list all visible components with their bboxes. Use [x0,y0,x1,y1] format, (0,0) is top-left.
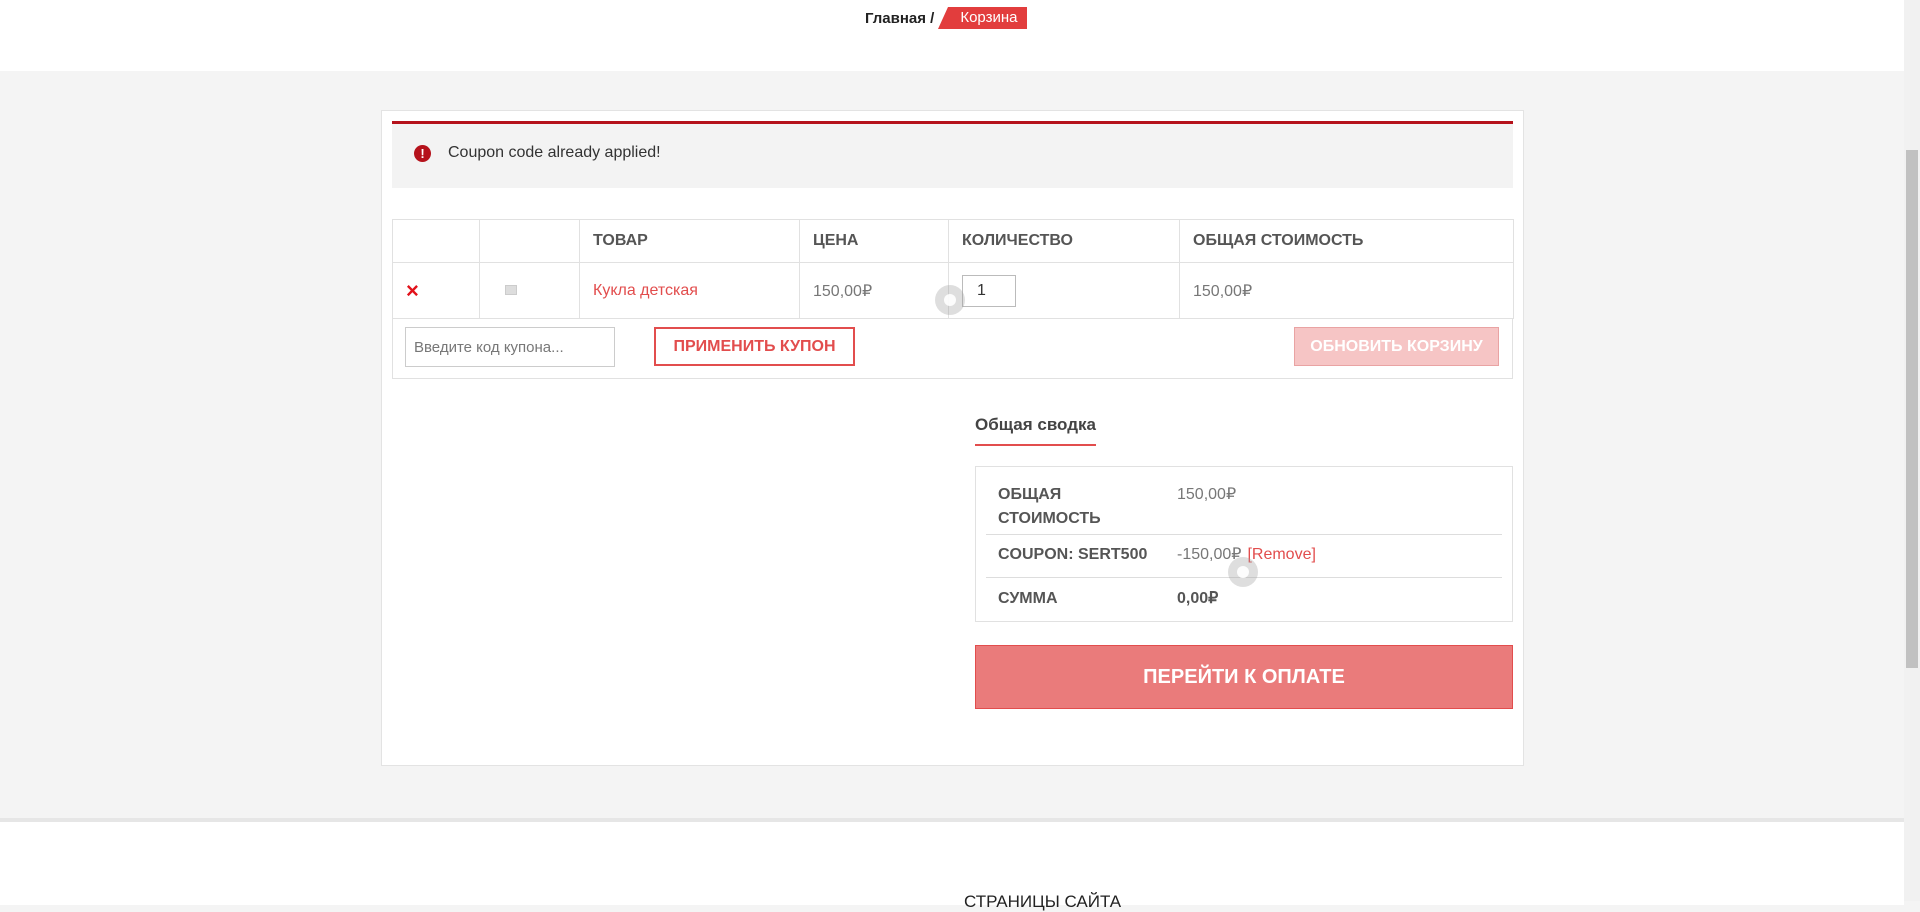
totals-subtotal-row: ОБЩАЯ СТОИМОСТЬ 150,00₽ [986,475,1502,535]
column-header-subtotal: ОБЩАЯ СТОИМОСТЬ [1179,219,1514,263]
product-cell: Кукла детская [579,262,800,319]
breadcrumb-home[interactable]: Главная / [865,10,934,27]
subtotal-cell: 150,00₽ [1179,262,1514,319]
coupon-row: ПРИМЕНИТЬ КУПОН ОБНОВИТЬ КОРЗИНУ [392,318,1513,379]
update-cart-button[interactable]: ОБНОВИТЬ КОРЗИНУ [1294,327,1499,366]
remove-coupon-link[interactable]: [Remove] [1247,546,1315,563]
column-header-price: ЦЕНА [799,219,949,263]
price-cell: 150,00₽ [799,262,949,319]
quantity-input[interactable] [962,274,1016,307]
error-notice: ! Coupon code already applied! [392,121,1513,188]
remove-cell: × [392,262,480,319]
apply-coupon-button[interactable]: ПРИМЕНИТЬ КУПОН [654,327,855,366]
column-header-quantity: КОЛИЧЕСТВО [948,219,1180,263]
coupon-input[interactable] [405,327,615,367]
cursor-indicator [1228,557,1258,587]
breadcrumb-current: Корзина [938,7,1028,29]
scrollbar-thumb[interactable] [1906,150,1918,668]
remove-item-icon[interactable]: × [406,278,419,303]
column-header-remove [392,219,480,263]
subtotal-label: ОБЩАЯ СТОИМОСТЬ [998,486,1101,527]
footer: СТРАНИЦЫ САЙТА [0,818,1904,911]
cart-card: ! Coupon code already applied! ТОВАР ЦЕН… [381,110,1524,766]
coupon-label: COUPON: SERT500 [998,546,1148,563]
totals-box: ОБЩАЯ СТОИМОСТЬ 150,00₽ COUPON: SERT500 … [975,466,1513,622]
subtotal-value: 150,00₽ [1177,486,1237,503]
alert-icon: ! [414,145,431,162]
thumbnail-cell [479,262,580,319]
quantity-cell [948,262,1180,319]
total-label: СУММА [998,590,1058,607]
column-header-thumbnail [479,219,580,263]
column-header-product: ТОВАР [579,219,800,263]
notice-text: Coupon code already applied! [448,144,661,161]
total-value: 0,00₽ [1177,590,1219,607]
footer-title: СТРАНИЦЫ САЙТА [964,892,1122,911]
top-bar: Главная / Корзина [0,0,1904,71]
table-header-row: ТОВАР ЦЕНА КОЛИЧЕСТВО ОБЩАЯ СТОИМОСТЬ [392,219,1514,263]
scrollbar[interactable] [1904,0,1920,901]
cursor-indicator [935,285,965,315]
product-thumbnail[interactable] [505,284,517,295]
breadcrumb: Главная / Корзина [865,7,1028,29]
product-link[interactable]: Кукла детская [593,282,698,299]
totals-title: Общая сводка [975,415,1096,446]
checkout-button[interactable]: ПЕРЕЙТИ К ОПЛАТЕ [975,645,1513,709]
